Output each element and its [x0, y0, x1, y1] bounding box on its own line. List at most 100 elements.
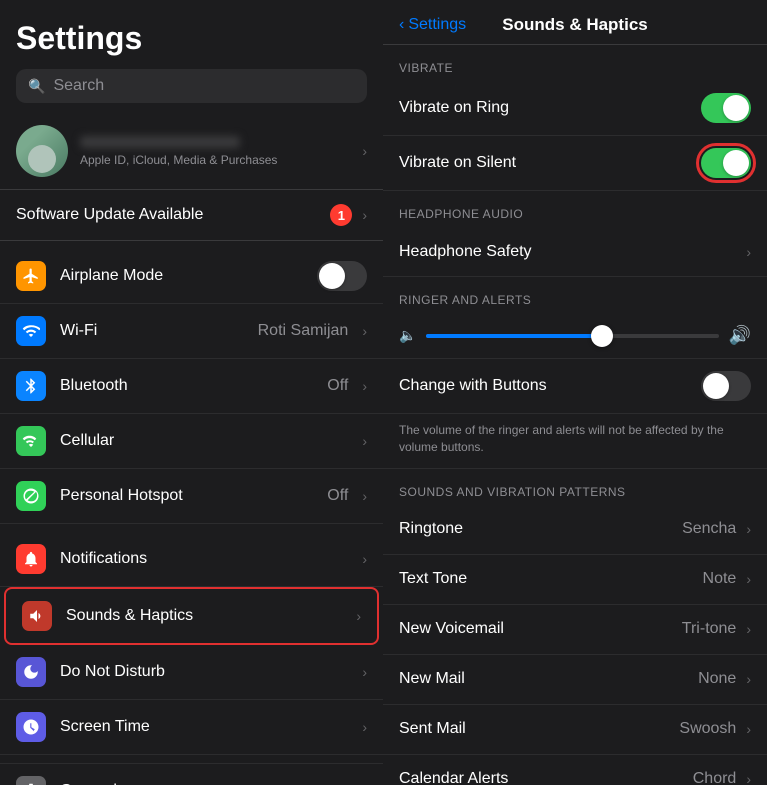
search-input[interactable]: Search: [53, 77, 104, 95]
chevron-right-icon: ›: [362, 323, 367, 339]
ringer-alerts-header: RINGER AND ALERTS: [383, 277, 767, 313]
list-item[interactable]: Notifications ›: [0, 532, 383, 587]
chevron-right-icon: ›: [362, 143, 367, 159]
notifications-label: Notifications: [60, 550, 348, 568]
profile-info: Apple ID, iCloud, Media & Purchases: [80, 136, 350, 167]
vibrate-ring-label: Vibrate on Ring: [399, 99, 691, 117]
slider-fill: [426, 334, 601, 338]
list-item[interactable]: Personal Hotspot Off ›: [0, 469, 383, 524]
right-panel: ‹ Settings Sounds & Haptics VIBRATE Vibr…: [383, 0, 767, 785]
change-with-buttons-toggle[interactable]: [701, 371, 751, 401]
toggle-thumb: [319, 263, 345, 289]
text-tone-value: Note: [703, 570, 737, 588]
list-item[interactable]: Cellular ›: [0, 414, 383, 469]
headphone-section-header: HEADPHONE AUDIO: [383, 191, 767, 227]
chevron-right-icon: ›: [362, 207, 367, 223]
general-icon: [16, 776, 46, 785]
bluetooth-icon: [16, 371, 46, 401]
screen-time-icon: [16, 712, 46, 742]
avatar-person-shape: [28, 145, 56, 173]
vibrate-silent-item[interactable]: Vibrate on Silent: [383, 136, 767, 191]
left-header: Settings 🔍 Search: [0, 0, 383, 113]
left-panel: Settings 🔍 Search Apple ID, iCloud, Medi…: [0, 0, 383, 785]
chevron-right-icon: ›: [746, 671, 751, 687]
ringtone-value: Sencha: [682, 520, 736, 538]
cellular-icon: [16, 426, 46, 456]
change-with-buttons-item[interactable]: Change with Buttons: [383, 359, 767, 414]
vibrate-section-header: VIBRATE: [383, 45, 767, 81]
chevron-right-icon: ›: [356, 608, 361, 624]
volume-slider-row[interactable]: 🔈 🔊: [383, 313, 767, 359]
chevron-right-icon: ›: [746, 621, 751, 637]
chevron-right-icon: ›: [746, 721, 751, 737]
volume-slider[interactable]: [426, 334, 718, 338]
system-group: Notifications › Sounds & Haptics › Do No…: [0, 532, 383, 755]
chevron-right-icon: ›: [362, 719, 367, 735]
new-voicemail-label: New Voicemail: [399, 620, 672, 638]
connectivity-group: Airplane Mode Wi-Fi Roti Samijan › Bluet…: [0, 249, 383, 524]
wifi-value: Roti Samijan: [258, 322, 349, 340]
list-item[interactable]: Wi-Fi Roti Samijan ›: [0, 304, 383, 359]
headphone-safety-item[interactable]: Headphone Safety ›: [383, 227, 767, 277]
do-not-disturb-label: Do Not Disturb: [60, 663, 348, 681]
back-label: Settings: [408, 16, 466, 34]
headphone-safety-label: Headphone Safety: [399, 243, 736, 261]
right-header: ‹ Settings Sounds & Haptics: [383, 0, 767, 45]
toggle-thumb: [703, 373, 729, 399]
sounds-haptics-icon: [22, 601, 52, 631]
chevron-right-icon: ›: [746, 771, 751, 785]
vibrate-silent-toggle[interactable]: [701, 148, 751, 178]
back-button[interactable]: ‹ Settings: [399, 16, 466, 34]
new-mail-item[interactable]: New Mail None ›: [383, 655, 767, 705]
calendar-alerts-label: Calendar Alerts: [399, 770, 683, 785]
sent-mail-item[interactable]: Sent Mail Swoosh ›: [383, 705, 767, 755]
calendar-alerts-value: Chord: [693, 770, 737, 785]
chevron-right-icon: ›: [746, 521, 751, 537]
chevron-left-icon: ‹: [399, 16, 404, 34]
cellular-label: Cellular: [60, 432, 348, 450]
chevron-right-icon: ›: [362, 488, 367, 504]
sounds-haptics-label: Sounds & Haptics: [66, 607, 342, 625]
vibrate-silent-label: Vibrate on Silent: [399, 154, 691, 172]
notifications-icon: [16, 544, 46, 574]
list-item[interactable]: Airplane Mode: [0, 249, 383, 304]
vibrate-ring-item[interactable]: Vibrate on Ring: [383, 81, 767, 136]
page-title: Settings: [16, 20, 367, 57]
hotspot-label: Personal Hotspot: [60, 487, 313, 505]
search-bar[interactable]: 🔍 Search: [16, 69, 367, 103]
wifi-icon: [16, 316, 46, 346]
list-item[interactable]: Screen Time ›: [0, 700, 383, 755]
sent-mail-label: Sent Mail: [399, 720, 669, 738]
sounds-vibration-header: SOUNDS AND VIBRATION PATTERNS: [383, 469, 767, 505]
volume-low-icon: 🔈: [399, 327, 416, 344]
airplane-mode-toggle[interactable]: [317, 261, 367, 291]
sent-mail-value: Swoosh: [679, 720, 736, 738]
new-voicemail-item[interactable]: New Voicemail Tri-tone ›: [383, 605, 767, 655]
bluetooth-value: Off: [327, 377, 348, 395]
hotspot-value: Off: [327, 487, 348, 505]
text-tone-label: Text Tone: [399, 570, 693, 588]
chevron-right-icon: ›: [362, 664, 367, 680]
change-with-buttons-label: Change with Buttons: [399, 377, 691, 395]
hotspot-icon: [16, 481, 46, 511]
ringtone-item[interactable]: Ringtone Sencha ›: [383, 505, 767, 555]
search-icon: 🔍: [28, 78, 45, 95]
software-update-label: Software Update Available: [16, 206, 320, 224]
new-mail-value: None: [698, 670, 736, 688]
do-not-disturb-icon: [16, 657, 46, 687]
update-badge: 1: [330, 204, 352, 226]
wifi-label: Wi-Fi: [60, 322, 244, 340]
sounds-haptics-item[interactable]: Sounds & Haptics ›: [4, 587, 379, 645]
calendar-alerts-item[interactable]: Calendar Alerts Chord ›: [383, 755, 767, 785]
vibrate-ring-toggle[interactable]: [701, 93, 751, 123]
list-item[interactable]: Do Not Disturb ›: [0, 645, 383, 700]
slider-thumb[interactable]: [591, 325, 613, 347]
toggle-thumb: [723, 95, 749, 121]
software-update-row[interactable]: Software Update Available 1 ›: [0, 190, 383, 241]
list-item[interactable]: Bluetooth Off ›: [0, 359, 383, 414]
general-item[interactable]: General ___ ›: [0, 763, 383, 785]
profile-row[interactable]: Apple ID, iCloud, Media & Purchases ›: [0, 113, 383, 190]
avatar-image: [16, 125, 68, 177]
chevron-right-icon: ›: [746, 571, 751, 587]
text-tone-item[interactable]: Text Tone Note ›: [383, 555, 767, 605]
